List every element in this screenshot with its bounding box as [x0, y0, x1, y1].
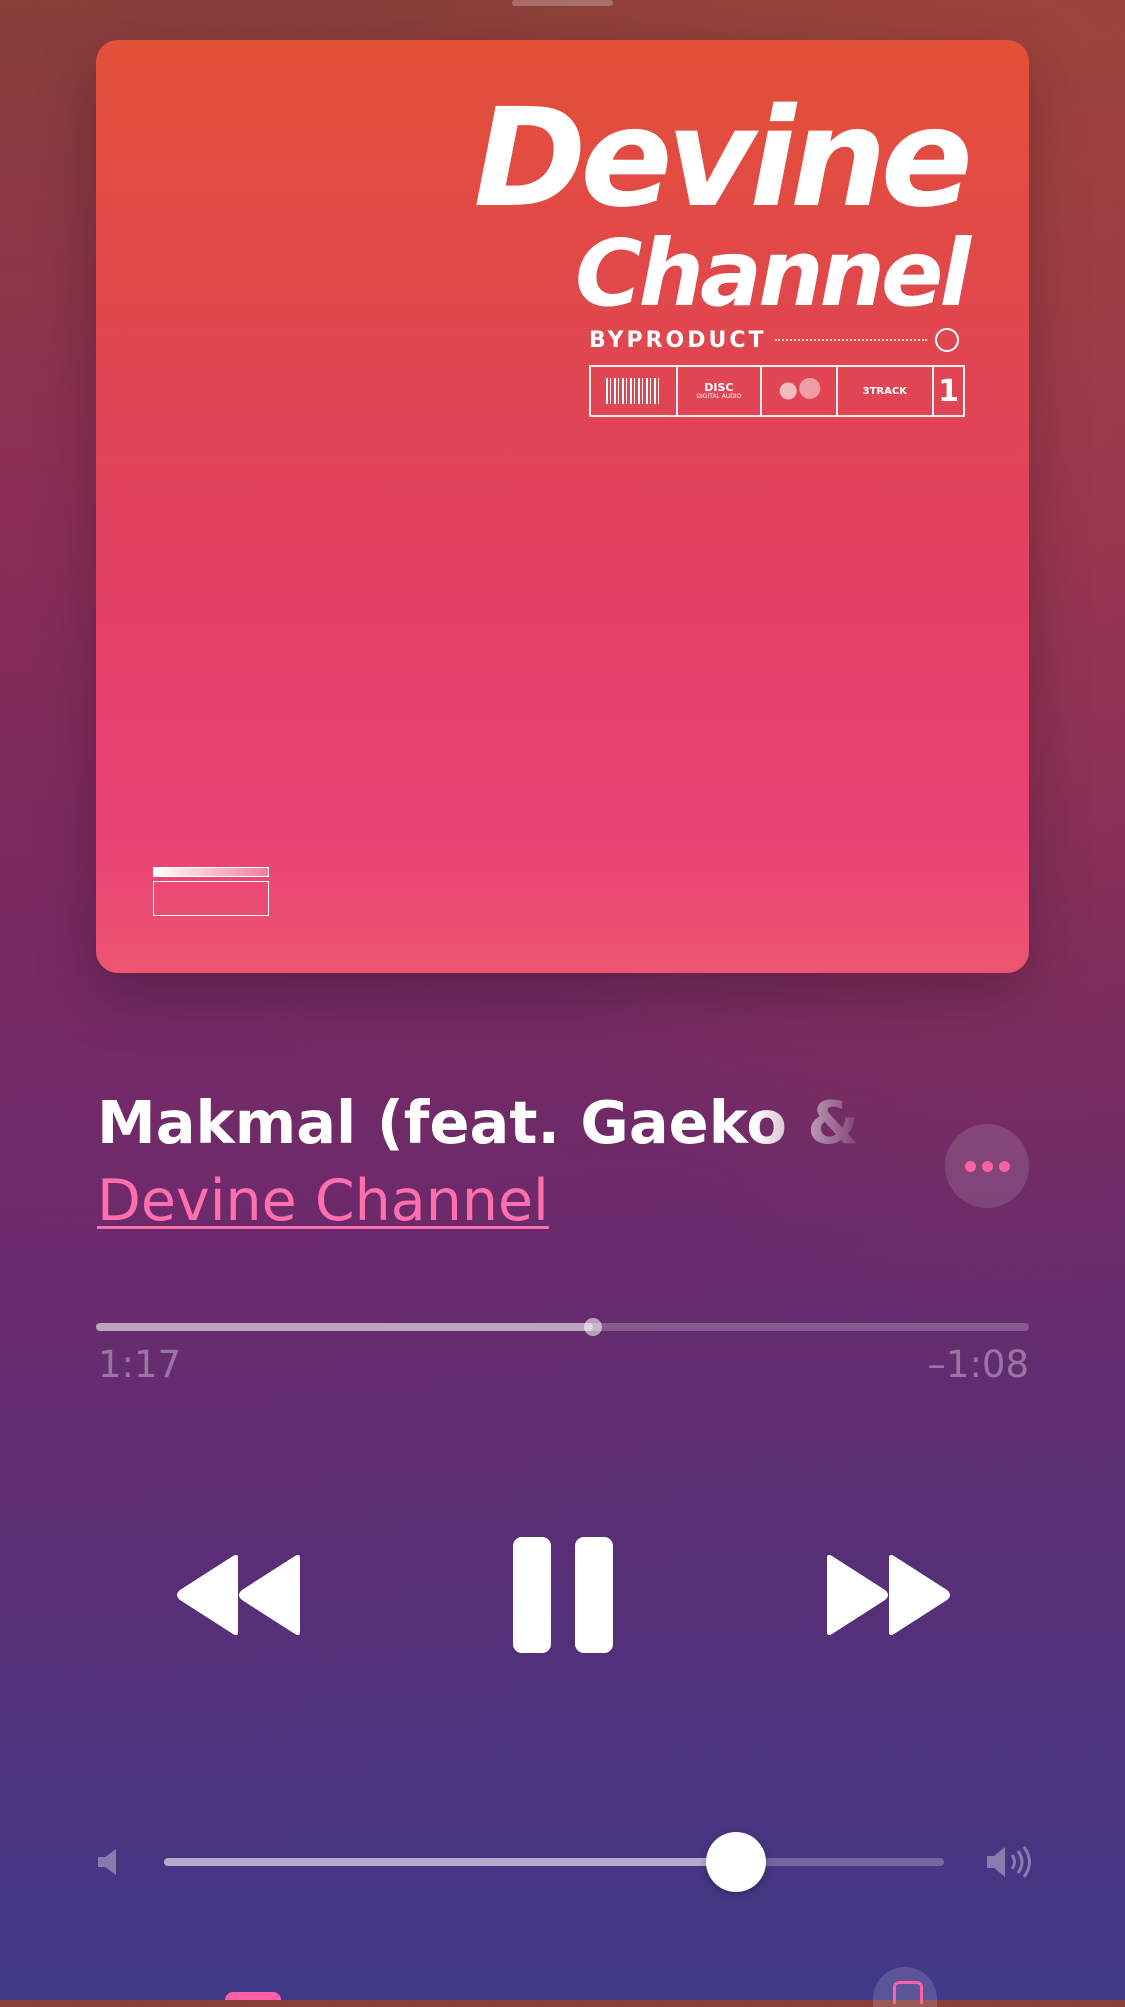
- volume-knob[interactable]: [705, 1832, 766, 1892]
- artwork-title-line1: Devine: [473, 80, 973, 238]
- artwork-disc-label: DISC: [704, 381, 734, 394]
- artwork-barcode-cell: [591, 367, 679, 415]
- repeat-button[interactable]: [873, 1967, 937, 2007]
- ellipsis-icon-dot: [998, 1160, 1010, 1172]
- barcode-icon: [605, 378, 662, 404]
- pause-icon: [513, 1537, 613, 1653]
- album-artwork: Devine Channel BYPRODUCT DISC DIGITAL AU…: [96, 40, 1029, 973]
- scrubber-elapsed-fill: [96, 1323, 594, 1331]
- fast-forward-button[interactable]: [820, 1550, 955, 1640]
- artist-link[interactable]: Devine Channel: [97, 1168, 549, 1234]
- more-options-button[interactable]: [945, 1124, 1029, 1208]
- artwork-title-line2: Channel: [574, 220, 971, 328]
- speaker-low-icon: [98, 1849, 116, 1875]
- playback-scrubber[interactable]: [96, 1318, 1029, 1336]
- remaining-time: –1:08: [927, 1343, 1029, 1386]
- world-map-icon: [771, 378, 826, 404]
- artwork-label-row: BYPRODUCT: [589, 325, 959, 355]
- artwork-single-number: 1: [938, 373, 959, 409]
- artwork-single-cell: 1: [934, 367, 963, 415]
- song-title: Makmal (feat. Gaeko & Gwangil Jo): [97, 1088, 870, 1157]
- rewind-button[interactable]: [172, 1550, 307, 1640]
- elapsed-time: 1:17: [98, 1343, 182, 1386]
- ellipsis-icon-dot: [964, 1160, 976, 1172]
- ellipsis-icon-dot: [981, 1160, 993, 1172]
- artwork-map-cell: [762, 367, 838, 415]
- artwork-corner-box: [153, 881, 269, 916]
- artwork-info-box: DISC DIGITAL AUDIO 3TRACK 1: [589, 365, 965, 417]
- pause-button[interactable]: [510, 1535, 616, 1655]
- rewind-icon: [177, 1554, 300, 1636]
- speaker-high-icon: [987, 1846, 1031, 1878]
- artwork-track-count: 3TRACK: [862, 385, 907, 397]
- sheet-grabber[interactable]: [512, 0, 613, 6]
- artwork-label: BYPRODUCT: [589, 327, 767, 353]
- volume-fill: [164, 1858, 736, 1866]
- artwork-track-cell: 3TRACK: [838, 367, 935, 415]
- artwork-disc-cell: DISC DIGITAL AUDIO: [678, 367, 762, 415]
- repeat-icon: [893, 1981, 923, 2004]
- lyrics-icon[interactable]: [225, 1992, 281, 2000]
- volume-slider[interactable]: [164, 1832, 944, 1892]
- artwork-corner-label: [153, 867, 269, 916]
- scrubber-knob[interactable]: [584, 1318, 603, 1336]
- artwork-title: Devine Channel: [473, 80, 973, 328]
- artwork-dotted-line: [774, 339, 927, 341]
- artwork-circle-icon: [935, 328, 959, 352]
- fast-forward-icon: [827, 1554, 950, 1636]
- artwork-disc-sub: DIGITAL AUDIO: [696, 393, 742, 400]
- artwork-corner-bar: [153, 867, 269, 877]
